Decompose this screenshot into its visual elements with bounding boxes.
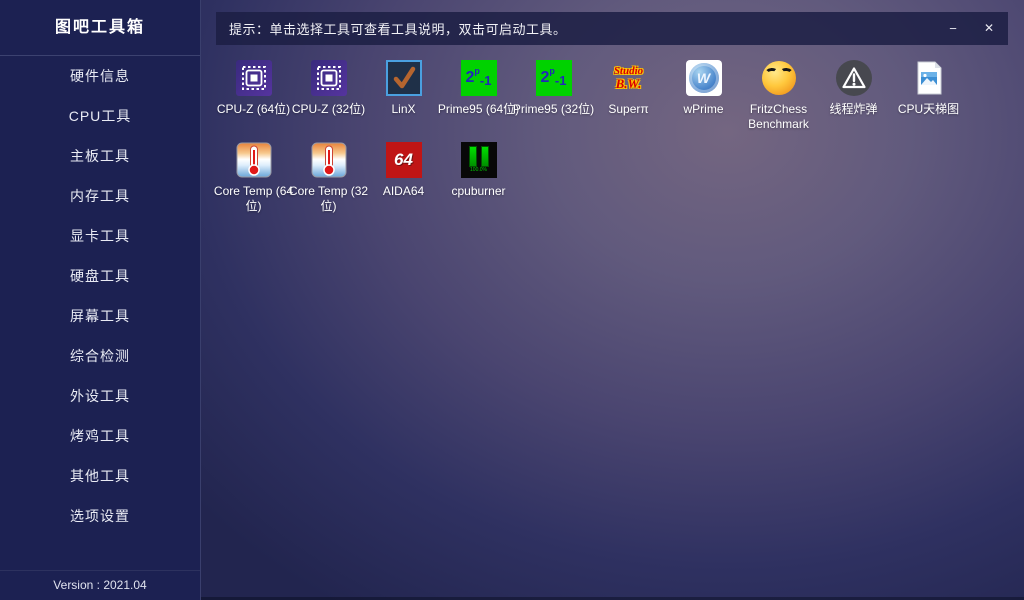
tool-fritzchess[interactable]: FritzChess Benchmark xyxy=(741,60,816,142)
cpuz-icon xyxy=(236,60,272,96)
tool-wprime[interactable]: W wPrime xyxy=(666,60,741,142)
sidebar-item-options[interactable]: 选项设置 xyxy=(0,496,200,536)
cpuburner-bar xyxy=(481,146,489,167)
tool-prime95-64[interactable]: 2p-1 Prime95 (64位) xyxy=(441,60,516,142)
sidebar-item-gpu-tools[interactable]: 显卡工具 xyxy=(0,216,200,256)
hint-text: 提示：单击选择工具可查看工具说明，双击可启动工具。 xyxy=(216,19,567,38)
tool-label: CPU-Z (64位) xyxy=(212,102,296,117)
wprime-icon: W xyxy=(686,60,722,96)
tool-label: Prime95 (32位) xyxy=(512,102,596,117)
tool-label: Core Temp (64位) xyxy=(212,184,296,214)
wprime-letter: W xyxy=(697,70,710,86)
cpuburner-bar xyxy=(469,146,477,167)
prime95-rest: -1 xyxy=(480,73,492,88)
sidebar-item-disk-tools[interactable]: 硬盘工具 xyxy=(0,256,200,296)
hint-bar: 提示：单击选择工具可查看工具说明，双击可启动工具。 xyxy=(216,12,1008,45)
sidebar-item-hardware-info[interactable]: 硬件信息 xyxy=(0,56,200,96)
tool-label: Core Temp (32位) xyxy=(287,184,371,214)
cpuburner-icon: 100.0% xyxy=(461,142,497,178)
wprime-globe: W xyxy=(689,63,719,93)
cpuburner-bars xyxy=(469,146,489,167)
tool-prime95-32[interactable]: 2p-1 Prime95 (32位) xyxy=(516,60,591,142)
tool-cpuz-64[interactable]: CPU-Z (64位) xyxy=(216,60,291,142)
app-title: 图吧工具箱 xyxy=(0,0,200,56)
sidebar-item-memory-tools[interactable]: 内存工具 xyxy=(0,176,200,216)
fritzchess-smiley-icon xyxy=(761,60,797,96)
prime95-icon: 2p-1 xyxy=(461,60,497,96)
sidebar-item-peripheral-tools[interactable]: 外设工具 xyxy=(0,376,200,416)
tool-label: LinX xyxy=(362,102,446,117)
prime95-base: 2 xyxy=(541,69,550,87)
sidebar-item-other-tools[interactable]: 其他工具 xyxy=(0,456,200,496)
sidebar-item-motherboard-tools[interactable]: 主板工具 xyxy=(0,136,200,176)
superpi-text-line2: B.W. xyxy=(616,77,642,90)
aida64-icon: 64 xyxy=(386,142,422,178)
prime95-base: 2 xyxy=(466,69,475,87)
app-window: 图吧工具箱 硬件信息 CPU工具 主板工具 内存工具 显卡工具 硬盘工具 屏幕工… xyxy=(0,0,1024,600)
tool-label: AIDA64 xyxy=(362,184,446,199)
version-label: Version : 2021.04 xyxy=(0,570,200,600)
tool-linx[interactable]: LinX xyxy=(366,60,441,142)
warning-triangle-icon xyxy=(836,60,872,96)
smiley-brow-right xyxy=(779,67,793,77)
tool-label: wPrime xyxy=(662,102,746,117)
tool-label: cpuburner xyxy=(437,184,521,199)
main-area: 提示：单击选择工具可查看工具说明，双击可启动工具。 − ✕ xyxy=(201,0,1024,600)
prime95-icon: 2p-1 xyxy=(536,60,572,96)
coretemp-thermometer-icon xyxy=(311,142,347,178)
tool-grid: CPU-Z (64位) CPU-Z (32位) xyxy=(216,60,1006,224)
tool-label: CPU-Z (32位) xyxy=(287,102,371,117)
superpi-logo-icon: Studio B.W. xyxy=(611,60,647,96)
image-file-icon xyxy=(911,60,947,96)
minimize-button[interactable]: − xyxy=(938,15,968,42)
tool-label: FritzChess Benchmark xyxy=(737,102,821,132)
tool-coretemp-64[interactable]: Core Temp (64位) xyxy=(216,142,291,224)
cpuz-icon xyxy=(311,60,347,96)
tool-label: 线程炸弹 xyxy=(812,102,896,117)
tool-cpuburner[interactable]: 100.0% cpuburner xyxy=(441,142,516,224)
tool-cpuz-32[interactable]: CPU-Z (32位) xyxy=(291,60,366,142)
sidebar-item-screen-tools[interactable]: 屏幕工具 xyxy=(0,296,200,336)
sidebar-item-cpu-tools[interactable]: CPU工具 xyxy=(0,96,200,136)
cpuburner-percent-text: 100.0% xyxy=(470,168,487,173)
tool-cpu-ladder[interactable]: CPU天梯图 xyxy=(891,60,966,142)
sidebar: 图吧工具箱 硬件信息 CPU工具 主板工具 内存工具 显卡工具 硬盘工具 屏幕工… xyxy=(0,0,201,600)
sidebar-nav: 硬件信息 CPU工具 主板工具 内存工具 显卡工具 硬盘工具 屏幕工具 综合检测… xyxy=(0,56,200,536)
aida64-text: 64 xyxy=(394,150,413,170)
sidebar-item-comprehensive-test[interactable]: 综合检测 xyxy=(0,336,200,376)
prime95-rest: -1 xyxy=(555,73,567,88)
sidebar-item-stress-tools[interactable]: 烤鸡工具 xyxy=(0,416,200,456)
tool-aida64[interactable]: 64 AIDA64 xyxy=(366,142,441,224)
tool-thread-bomb[interactable]: 线程炸弹 xyxy=(816,60,891,142)
tool-label: Superπ xyxy=(587,102,671,117)
smiley-brow-left xyxy=(764,67,778,77)
linx-checkmark-icon xyxy=(386,60,422,96)
tool-superpi[interactable]: Studio B.W. Superπ xyxy=(591,60,666,142)
smiley-face xyxy=(762,61,796,95)
tool-label: CPU天梯图 xyxy=(887,102,971,117)
tool-coretemp-32[interactable]: Core Temp (32位) xyxy=(291,142,366,224)
coretemp-thermometer-icon xyxy=(236,142,272,178)
tool-label: Prime95 (64位) xyxy=(437,102,521,117)
close-button[interactable]: ✕ xyxy=(974,15,1004,42)
